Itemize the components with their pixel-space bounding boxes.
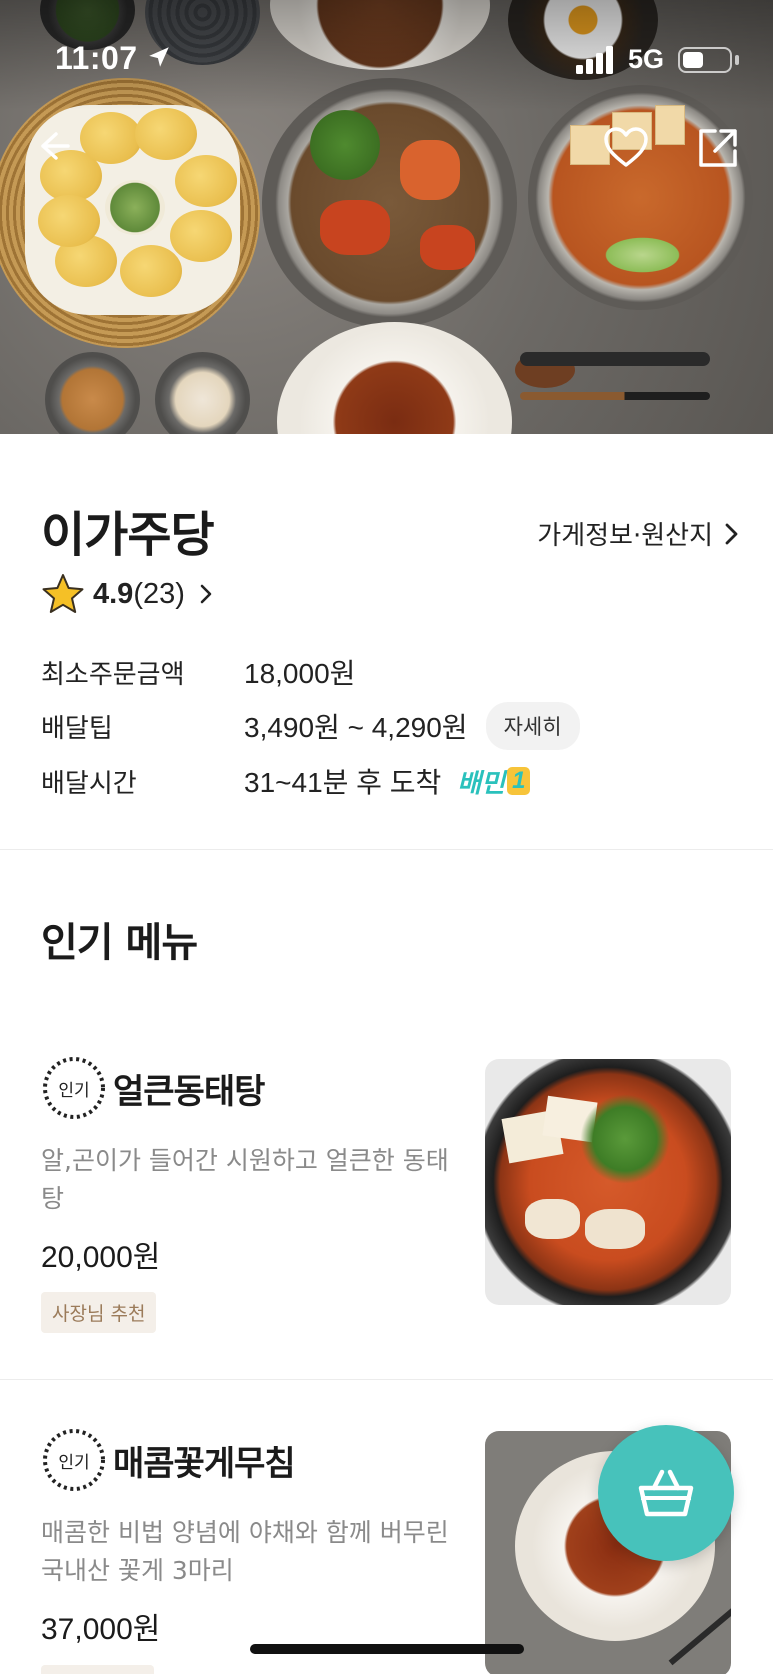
heart-icon xyxy=(604,127,648,167)
shrimp xyxy=(400,140,460,200)
network-type: 5G xyxy=(628,44,665,74)
menu-item-description: 알,곤이가 들어간 시원하고 얼큰한 동태탕 xyxy=(41,1146,449,1213)
store-info-link[interactable]: 가게정보·원산지 xyxy=(537,515,739,552)
share-icon xyxy=(699,129,737,167)
garnish xyxy=(105,180,165,235)
pancake xyxy=(80,112,142,164)
menu-item-description: 매콤한 비법 양념에 야채와 함께 버무린 국내산 꽃게 3마리 xyxy=(41,1518,449,1585)
popular-badge: 인기 xyxy=(41,1427,107,1493)
popular-badge-label: 인기 xyxy=(58,1452,90,1473)
delivery-tip-value: 3,490원 ~ 4,290원 xyxy=(244,712,468,743)
pancake xyxy=(170,210,232,262)
tofu xyxy=(655,105,685,145)
section-divider xyxy=(0,849,773,850)
rating-score: 4.9 xyxy=(93,577,134,610)
review-count: (23) xyxy=(133,577,185,610)
menu-item-price: 37,000원 xyxy=(41,1613,161,1646)
home-indicator xyxy=(250,1644,524,1654)
min-order-label: 최소주문금액 xyxy=(41,659,185,690)
back-button[interactable] xyxy=(26,118,82,174)
spicy-dish-plate xyxy=(277,322,512,434)
popular-menu-title: 인기 메뉴 xyxy=(41,920,198,966)
chopsticks xyxy=(520,392,710,400)
back-arrow-icon xyxy=(41,132,70,160)
min-order-value: 18,000원 xyxy=(244,658,356,689)
pancake xyxy=(135,108,197,160)
basket-icon xyxy=(638,1469,694,1517)
popular-badge-label: 인기 xyxy=(58,1080,90,1101)
star-icon xyxy=(42,574,84,613)
rating-link[interactable]: 4.9 (23) xyxy=(41,573,213,615)
spoon-handle xyxy=(520,352,710,366)
menu-item-image xyxy=(485,1059,731,1305)
chevron-right-icon xyxy=(725,523,738,544)
battery-fill xyxy=(683,52,703,68)
signal-icon xyxy=(576,46,613,74)
crab xyxy=(420,225,475,270)
pancake xyxy=(120,245,182,297)
crab-stew-pan xyxy=(262,78,517,328)
menu-tag xyxy=(41,1665,154,1674)
store-info-label: 가게정보·원산지 xyxy=(537,521,713,551)
menu-item-name: 얼큰동태탕 xyxy=(113,1071,265,1112)
herbs xyxy=(580,1094,670,1184)
fish-piece xyxy=(585,1209,645,1249)
popular-badge: 인기 xyxy=(41,1055,107,1121)
delivery-time-label: 배달시간 xyxy=(41,768,137,799)
baemin1-text: 배민 xyxy=(457,767,506,798)
green-onion xyxy=(600,235,685,275)
delivery-tip-row: 배달팁 3,490원 ~ 4,290원 자세히 xyxy=(41,702,580,750)
menu-divider xyxy=(0,1379,773,1380)
favorite-button[interactable] xyxy=(598,120,654,176)
fish-piece xyxy=(525,1199,580,1239)
delivery-time-row: 배달시간 31~41분 후 도착 배민 1 xyxy=(41,761,531,801)
baemin1-badge: 배민 1 xyxy=(457,763,531,800)
side-dish-bowl xyxy=(155,352,250,434)
crab xyxy=(320,200,390,255)
min-order-row: 최소주문금액 18,000원 xyxy=(41,652,355,692)
herbs xyxy=(310,110,380,180)
battery-icon xyxy=(678,47,732,73)
menu-item-dongtae-tang[interactable]: 인기 얼큰동태탕 알,곤이가 들어간 시원하고 얼큰한 동태탕 20,000원 … xyxy=(0,1055,773,1345)
chevron-right-icon xyxy=(200,584,212,604)
pancake xyxy=(38,195,100,247)
owner-recommend-tag: 사장님 추천 xyxy=(41,1292,157,1333)
menu-item-header: 인기 매콤꽃게무침 xyxy=(41,1427,296,1493)
delivery-tip-detail-button[interactable]: 자세히 xyxy=(485,702,580,750)
status-time: 11:07 xyxy=(55,40,138,76)
menu-item-header: 인기 얼큰동태탕 xyxy=(41,1055,265,1121)
location-arrow-icon xyxy=(149,47,169,67)
share-button[interactable] xyxy=(690,120,746,176)
delivery-time-value: 31~41분 후 도착 xyxy=(244,767,442,798)
store-name: 이가주당 xyxy=(41,507,215,563)
battery-cap xyxy=(735,55,739,65)
side-dish-bowl xyxy=(45,352,140,434)
menu-item-name: 매콤꽃게무침 xyxy=(113,1443,296,1484)
pancake xyxy=(175,155,237,207)
baemin1-number: 1 xyxy=(507,767,531,795)
cart-button[interactable] xyxy=(598,1425,734,1561)
menu-item-price: 20,000원 xyxy=(41,1241,161,1274)
delivery-tip-label: 배달팁 xyxy=(41,713,113,744)
